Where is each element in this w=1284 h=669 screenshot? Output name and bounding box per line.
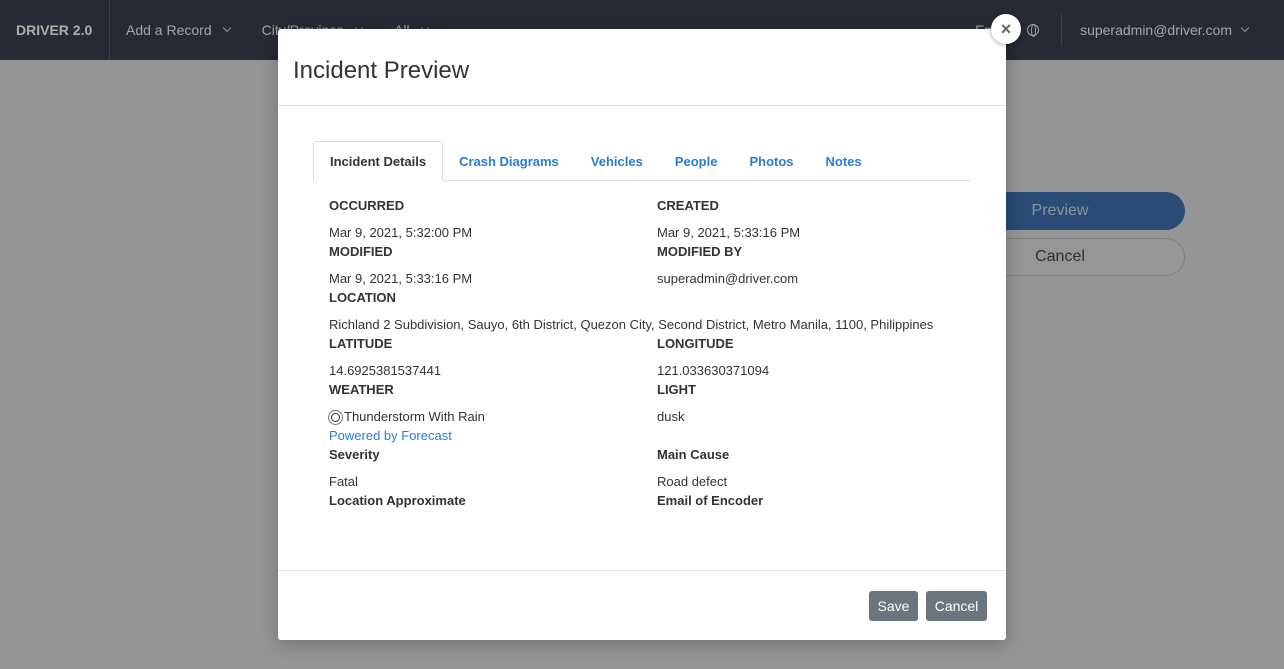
occurred-label: OCCURRED [329,198,405,213]
modified-by-label: MODIFIED BY [657,244,743,259]
location-value: Richland 2 Subdivision, Sauyo, 6th Distr… [329,317,934,332]
latitude-label: LATITUDE [329,336,393,351]
modified-label: MODIFIED [329,244,393,259]
latitude-value: 14.6925381537441 [329,363,442,378]
main-cause-label: Main Cause [657,447,730,462]
weather-value-row: Thunderstorm With Rain [329,409,485,424]
tab-bar: Incident Details Crash Diagrams Vehicles… [313,141,971,181]
severity-value: Fatal [329,474,358,489]
email-of-encoder-label: Email of Encoder [657,493,764,508]
incident-preview-modal: Incident Preview × Incident Details Cras… [278,14,1021,640]
light-label: LIGHT [657,382,696,397]
light-value: dusk [657,409,685,424]
location-label: LOCATION [329,290,396,305]
modified-by-value: superadmin@driver.com [657,271,799,286]
tab-photos[interactable]: Photos [733,141,809,181]
longitude-value: 121.033630371094 [657,363,770,378]
modal-title: Incident Preview [293,57,470,84]
modal-header: Incident Preview [278,29,1006,106]
tab-crash-diagrams[interactable]: Crash Diagrams [443,141,575,181]
tab-vehicles[interactable]: Vehicles [575,141,659,181]
location-approximate-label: Location Approximate [329,493,466,508]
sun-icon [331,413,340,422]
modified-value: Mar 9, 2021, 5:33:16 PM [329,271,473,286]
tab-notes[interactable]: Notes [810,141,878,181]
occurred-value: Mar 9, 2021, 5:32:00 PM [329,225,473,240]
created-label: CREATED [657,198,719,213]
close-icon[interactable]: × [991,14,1021,44]
main-cause-value: Road defect [657,474,728,489]
severity-label: Severity [329,447,380,462]
created-value: Mar 9, 2021, 5:33:16 PM [657,225,801,240]
save-button[interactable]: Save [869,591,918,621]
modal-footer: Save Cancel [278,570,1006,640]
cancel-button[interactable]: Cancel [926,591,987,621]
tab-people[interactable]: People [659,141,734,181]
weather-label: WEATHER [329,382,394,397]
weather-value: Thunderstorm With Rain [344,409,485,424]
forecast-link[interactable]: Powered by Forecast [329,428,452,443]
longitude-label: LONGITUDE [657,336,734,351]
tab-incident-details[interactable]: Incident Details [313,141,444,181]
